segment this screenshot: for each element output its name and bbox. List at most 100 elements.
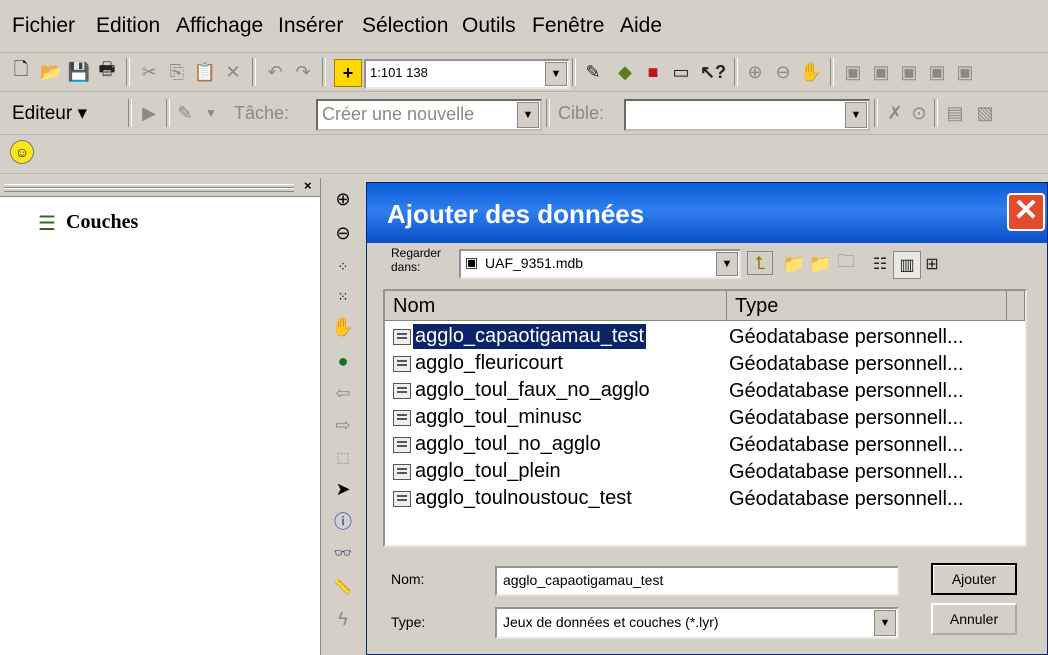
thumbnail-view-icon[interactable]: ⊞	[919, 251, 945, 277]
menu-fichier[interactable]: Fichier	[12, 14, 75, 38]
column-header-type[interactable]: Type	[727, 291, 1007, 321]
column-header-filler	[1007, 291, 1025, 321]
layers-icon: ☰	[38, 213, 56, 235]
zoom-out-icon[interactable]: ⊖	[330, 220, 356, 246]
separator	[734, 58, 738, 86]
target-combo[interactable]: ▼	[624, 99, 870, 131]
chevron-down-icon[interactable]: ▼	[517, 102, 539, 128]
separator	[126, 58, 130, 86]
add-button[interactable]: Ajouter	[931, 563, 1017, 595]
close-icon[interactable]: ×	[304, 178, 312, 193]
file-row[interactable]: agglo_toul_no_agglo	[393, 431, 603, 458]
add-data-icon[interactable]: +	[334, 59, 362, 87]
full-extent-globe-icon[interactable]: ●	[330, 348, 356, 374]
file-type: Géodatabase personnell...	[729, 461, 964, 483]
pan-layout-icon[interactable]: ✋	[798, 59, 824, 85]
chevron-down-icon[interactable]: ▼	[874, 610, 896, 636]
whats-this-icon[interactable]: ↖?	[700, 59, 726, 85]
file-row[interactable]: agglo_toul_minusc	[393, 404, 584, 431]
file-name: agglo_toulnoustouc_test	[415, 487, 632, 509]
details-view-icon[interactable]: ▥	[893, 251, 921, 279]
menu-outils[interactable]: Outils	[462, 14, 516, 38]
database-icon: ▣	[465, 254, 479, 270]
close-icon[interactable]: ✕	[1007, 193, 1045, 231]
file-row[interactable]: agglo_toulnoustouc_test	[393, 485, 634, 512]
scale-combo[interactable]: 1:101 138 ▼	[364, 59, 570, 89]
file-row[interactable]: agglo_toul_faux_no_agglo	[393, 377, 652, 404]
fixed-zoom-out-icon[interactable]: ⁙	[330, 284, 356, 310]
file-row[interactable]: agglo_fleuricourt	[393, 350, 565, 377]
editor-toolbar-icon[interactable]: ✎	[580, 59, 606, 85]
pan-icon[interactable]: ✋	[330, 314, 356, 340]
task-combo[interactable]: Créer une nouvelle ▼	[316, 99, 542, 131]
layout-full-extent-icon[interactable]: ▣	[896, 59, 922, 85]
scale-value: 1:101 138	[370, 65, 428, 80]
menu-affichage[interactable]: Affichage	[176, 14, 263, 38]
select-features-icon[interactable]: ⬚	[330, 444, 356, 470]
connect-folder-icon[interactable]: 📁	[781, 251, 807, 277]
file-row[interactable]: agglo_capaotigamau_test	[393, 323, 647, 350]
list-view-icon[interactable]: ☷	[867, 251, 893, 277]
menu-edition[interactable]: Edition	[96, 14, 160, 38]
toolbox-icon[interactable]: ■	[640, 59, 666, 85]
column-header-name[interactable]: Nom	[385, 291, 727, 321]
rotate-tool-icon[interactable]: ⊙	[906, 100, 932, 126]
name-label: Nom:	[391, 571, 425, 587]
layout-fixed-zoom-out-icon[interactable]: ▣	[868, 59, 894, 85]
forward-arrow-icon[interactable]: ⇨	[330, 412, 356, 438]
open-folder-icon[interactable]: 📂	[38, 59, 64, 85]
sketch-properties-icon[interactable]: ▧	[972, 100, 998, 126]
edit-tool-icon[interactable]: ▶	[136, 100, 162, 126]
name-field[interactable]: agglo_capaotigamau_test	[495, 566, 899, 596]
hyperlink-lightning-icon[interactable]: ϟ	[330, 606, 356, 632]
zoom-in-layout-icon[interactable]: ⊕	[742, 59, 768, 85]
attributes-icon[interactable]: ▤	[942, 100, 968, 126]
smiley-icon[interactable]: ☺	[10, 140, 34, 164]
file-name: agglo_toul_minusc	[415, 406, 582, 428]
sketch-tool-icon[interactable]: ✎	[172, 100, 198, 126]
select-elements-icon[interactable]: ➤	[330, 476, 356, 502]
chevron-down-icon[interactable]: ▼	[845, 102, 867, 128]
chevron-down-icon[interactable]: ▼	[198, 100, 224, 126]
back-arrow-icon[interactable]: ⇦	[330, 380, 356, 406]
editor-menu[interactable]: Editeur ▾	[12, 102, 87, 125]
look-in-combo[interactable]: ▣ UAF_9351.mdb ▼	[459, 249, 741, 279]
layout-page-icon[interactable]: ▣	[952, 59, 978, 85]
redo-icon[interactable]: ↷	[290, 59, 316, 85]
layout-100-icon[interactable]: ▣	[924, 59, 950, 85]
find-binoculars-icon[interactable]: 👓	[330, 540, 356, 566]
toc-grip[interactable]: ×	[0, 178, 320, 197]
chevron-down-icon[interactable]: ▼	[716, 252, 738, 276]
measure-icon[interactable]: 📏	[330, 574, 356, 600]
copy-icon[interactable]: ⎘	[164, 59, 190, 85]
arctoolbox-icon[interactable]: ◆	[612, 59, 638, 85]
delete-icon[interactable]: ✕	[220, 59, 246, 85]
zoom-out-layout-icon[interactable]: ⊖	[770, 59, 796, 85]
cut-icon[interactable]: ✂	[136, 59, 162, 85]
menu-inserer[interactable]: Insérer	[278, 14, 343, 38]
disconnect-folder-icon[interactable]: 📁	[807, 251, 833, 277]
file-type: Géodatabase personnell...	[729, 488, 964, 510]
identify-icon[interactable]: ⓘ	[330, 508, 356, 534]
print-icon[interactable]: 🖶	[94, 59, 120, 85]
fixed-zoom-in-icon[interactable]: ⁘	[330, 254, 356, 280]
split-tool-icon[interactable]: ✗	[882, 100, 908, 126]
layout-fixed-zoom-in-icon[interactable]: ▣	[840, 59, 866, 85]
cancel-button[interactable]: Annuler	[931, 603, 1017, 635]
command-window-icon[interactable]: ▭	[668, 59, 694, 85]
paste-icon[interactable]: 📋	[192, 59, 218, 85]
save-icon[interactable]: 💾	[66, 59, 92, 85]
menu-fenetre[interactable]: Fenêtre	[532, 14, 604, 38]
chevron-down-icon[interactable]: ▼	[545, 62, 567, 86]
menu-selection[interactable]: Sélection	[362, 14, 448, 38]
new-folder-icon[interactable]: 🗀	[833, 251, 859, 277]
type-combo[interactable]: Jeux de données et couches (*.lyr) ▼	[495, 607, 899, 639]
up-one-level-icon[interactable]: ⮤	[747, 251, 773, 275]
menu-aide[interactable]: Aide	[620, 14, 662, 38]
undo-icon[interactable]: ↶	[262, 59, 288, 85]
new-document-icon[interactable]: 🗋	[8, 59, 34, 85]
table-icon	[393, 463, 411, 480]
zoom-in-icon[interactable]: ⊕	[330, 186, 356, 212]
dialog-titlebar[interactable]: Ajouter des données ✕	[367, 183, 1047, 243]
file-row[interactable]: agglo_toul_plein	[393, 458, 563, 485]
